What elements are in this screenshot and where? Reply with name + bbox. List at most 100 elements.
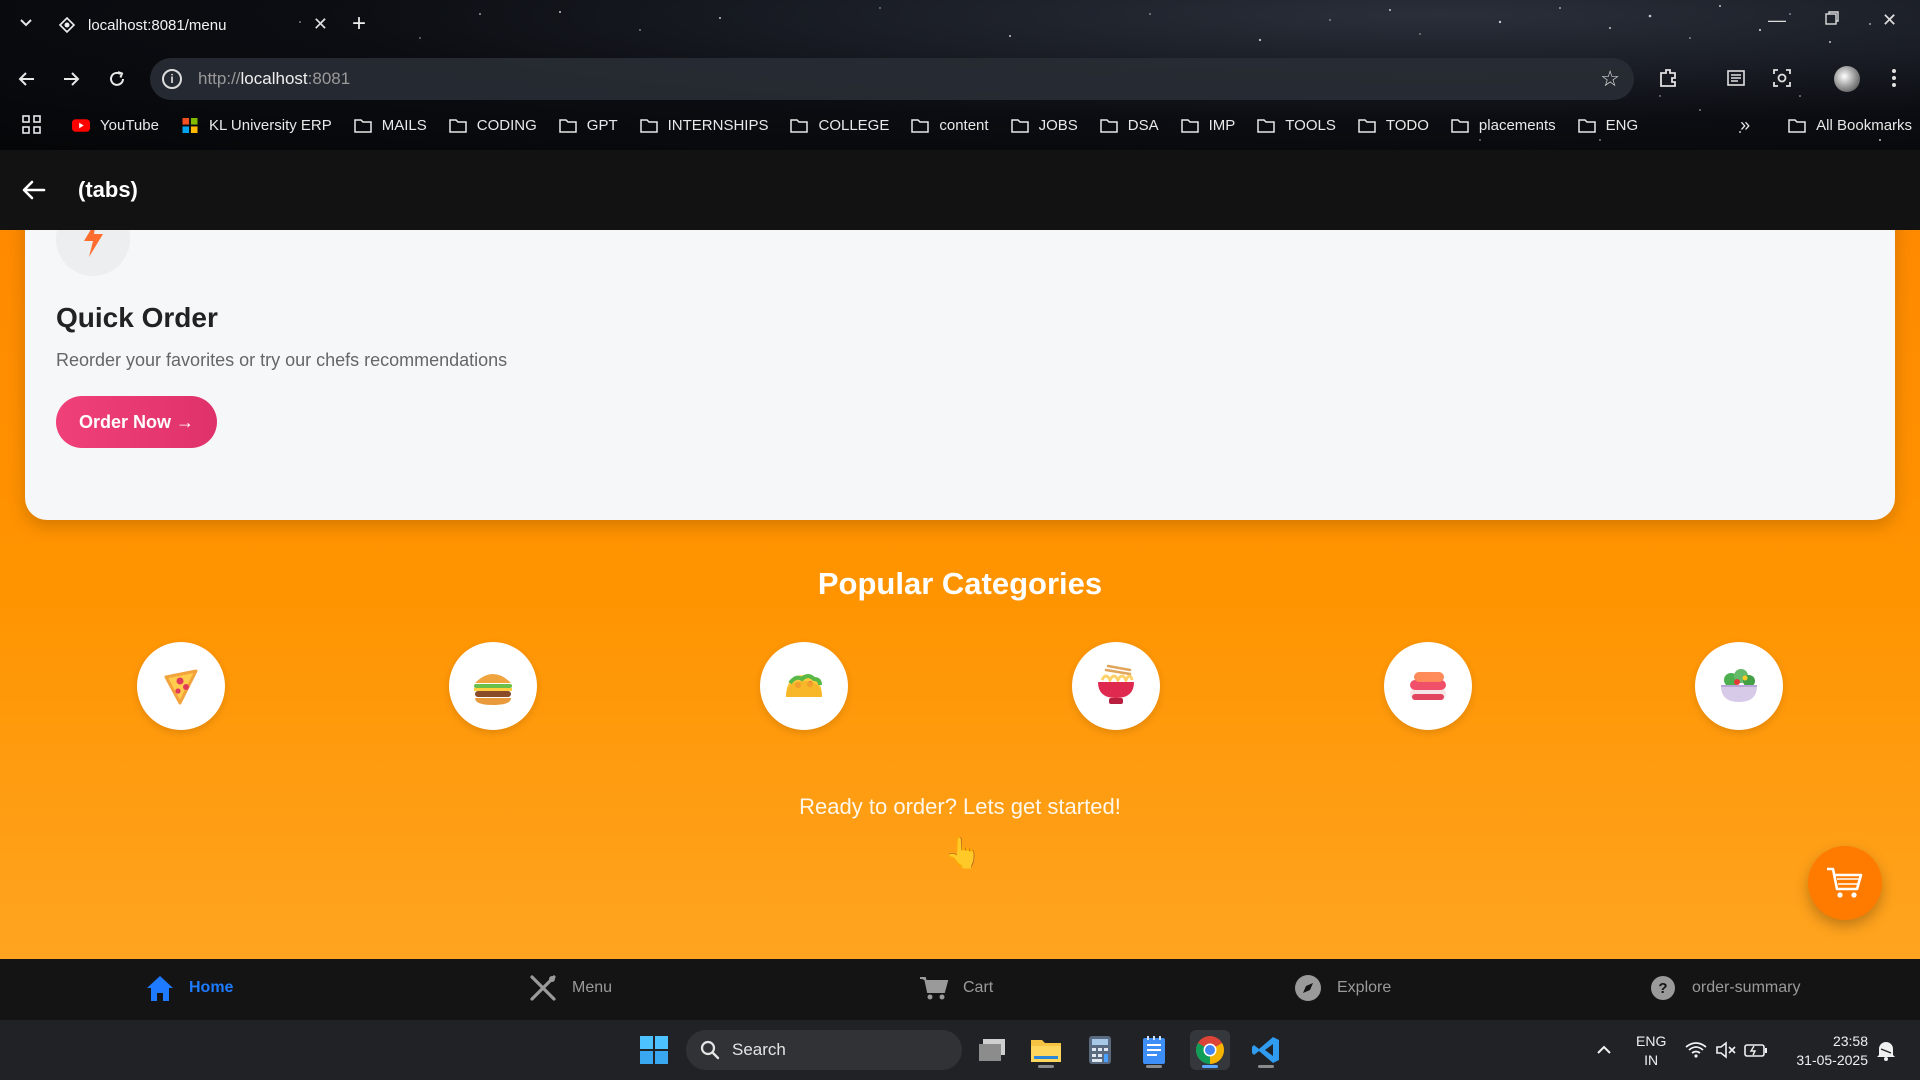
close-window-icon[interactable]: ✕ bbox=[1882, 10, 1897, 31]
chevron-down-icon bbox=[20, 19, 32, 27]
bookmark-folder-internships[interactable]: INTERNSHIPS bbox=[639, 116, 769, 134]
all-bookmarks-button[interactable]: All Bookmarks bbox=[1788, 117, 1912, 134]
svg-text:?: ? bbox=[1658, 980, 1667, 997]
address-bar[interactable]: i http://localhost:8081 ☆ bbox=[150, 58, 1634, 100]
category-sushi[interactable] bbox=[1384, 642, 1472, 730]
bookmark-folder-college[interactable]: COLLEGE bbox=[790, 117, 889, 134]
bookmark-folder-placements[interactable]: placements bbox=[1451, 117, 1556, 134]
calculator-icon bbox=[1089, 1036, 1111, 1064]
start-button[interactable] bbox=[634, 1030, 674, 1070]
restore-icon[interactable] bbox=[1824, 10, 1840, 31]
extensions-icon[interactable] bbox=[1654, 64, 1682, 92]
show-hidden-icons-button[interactable] bbox=[1584, 1030, 1624, 1070]
bookmark-label: TOOLS bbox=[1285, 116, 1336, 134]
category-taco[interactable] bbox=[760, 642, 848, 730]
task-view-icon bbox=[979, 1039, 1005, 1061]
app-header: (tabs) bbox=[0, 150, 1920, 230]
cart-icon bbox=[1827, 867, 1863, 898]
taskbar-file-explorer[interactable] bbox=[1026, 1030, 1066, 1070]
tab-close-icon[interactable]: ✕ bbox=[313, 14, 328, 35]
browser-tab[interactable]: localhost:8081/menu ✕ bbox=[48, 6, 338, 44]
ready-to-order-text: Ready to order? Lets get started! bbox=[799, 794, 1121, 819]
windows-taskbar: Search ENG IN 23:58 31-05-2025 bbox=[0, 1020, 1920, 1080]
folder-icon bbox=[1358, 118, 1376, 133]
order-now-button[interactable]: Order Now → bbox=[56, 396, 217, 448]
tab-order-summary[interactable]: ? order-summary bbox=[1648, 973, 1800, 1003]
minimize-icon[interactable]: — bbox=[1768, 10, 1786, 31]
bookmark-folder-mails[interactable]: MAILS bbox=[354, 117, 427, 134]
bookmark-folder-todo[interactable]: TODO bbox=[1358, 117, 1429, 134]
taco-icon bbox=[786, 674, 822, 697]
bookmark-folder-content[interactable]: content bbox=[911, 116, 989, 134]
menu-kebab-icon[interactable] bbox=[1880, 64, 1908, 92]
folder-icon bbox=[559, 118, 577, 133]
folder-icon bbox=[1180, 118, 1199, 133]
reading-list-icon[interactable] bbox=[1722, 64, 1750, 92]
taskbar-notepad[interactable] bbox=[1134, 1030, 1174, 1070]
taskbar-calculator[interactable] bbox=[1080, 1030, 1120, 1070]
bookmark-folder-imp[interactable]: IMP bbox=[1180, 116, 1236, 134]
input-language[interactable]: ENG IN bbox=[1636, 1032, 1666, 1070]
bookmark-label: JOBS bbox=[1038, 116, 1078, 134]
notifications-icon[interactable] bbox=[1866, 1030, 1906, 1070]
tab-menu[interactable]: Menu bbox=[528, 973, 612, 1003]
folder-icon bbox=[1577, 118, 1596, 133]
bookmark-kl-erp[interactable]: KL University ERP bbox=[181, 117, 332, 134]
apps-grid-icon[interactable] bbox=[22, 115, 42, 135]
floating-cart-button[interactable] bbox=[1808, 846, 1882, 920]
forward-icon[interactable] bbox=[56, 64, 86, 94]
bookmark-folder-gpt[interactable]: GPT bbox=[559, 117, 618, 134]
lens-icon[interactable] bbox=[1768, 64, 1796, 92]
bookmark-label: TODO bbox=[1385, 116, 1429, 134]
bookmark-label: INTERNSHIPS bbox=[667, 116, 769, 134]
reload-icon[interactable] bbox=[102, 64, 132, 94]
tab-cart[interactable]: Cart bbox=[919, 973, 993, 1003]
bookmark-label: DSA bbox=[1127, 116, 1159, 134]
tab-home[interactable]: Home bbox=[145, 973, 233, 1003]
category-pizza[interactable] bbox=[137, 642, 225, 730]
taskbar-vscode[interactable] bbox=[1246, 1030, 1286, 1070]
bookmark-label: ENG bbox=[1605, 116, 1639, 134]
header-back-icon[interactable] bbox=[20, 176, 48, 204]
back-icon[interactable] bbox=[12, 64, 42, 94]
bookmark-folder-coding[interactable]: CODING bbox=[449, 117, 537, 134]
folder-icon bbox=[1100, 118, 1118, 133]
bookmark-folder-jobs[interactable]: JOBS bbox=[1010, 116, 1078, 134]
header-title: (tabs) bbox=[78, 177, 138, 202]
region-code: IN bbox=[1644, 1052, 1659, 1068]
bookmark-youtube[interactable]: YouTube bbox=[72, 117, 159, 134]
task-view-button[interactable] bbox=[972, 1030, 1012, 1070]
bookmark-label: IMP bbox=[1208, 116, 1236, 134]
category-noodles[interactable] bbox=[1072, 642, 1160, 730]
tab-search-button[interactable] bbox=[14, 12, 38, 36]
bookmark-label: content bbox=[939, 116, 989, 134]
folder-icon bbox=[1451, 118, 1469, 133]
active-indicator bbox=[1202, 1065, 1218, 1068]
home-icon bbox=[145, 973, 175, 1003]
bookmark-folder-tools[interactable]: TOOLS bbox=[1257, 117, 1336, 134]
pizza-icon bbox=[164, 669, 198, 705]
bookmarks-overflow-icon[interactable]: » bbox=[1740, 115, 1750, 136]
system-clock[interactable]: 23:58 31-05-2025 bbox=[1784, 1032, 1868, 1070]
folder-icon bbox=[449, 118, 467, 133]
category-burger[interactable] bbox=[449, 642, 537, 730]
category-salad[interactable] bbox=[1695, 642, 1783, 730]
taskbar-search[interactable]: Search bbox=[686, 1030, 962, 1070]
bookmark-folder-dsa[interactable]: DSA bbox=[1100, 117, 1159, 134]
bookmark-label: KL University ERP bbox=[208, 116, 332, 134]
bookmark-star-icon[interactable]: ☆ bbox=[1600, 66, 1620, 92]
battery-icon[interactable] bbox=[1736, 1030, 1776, 1070]
bookmark-label: placements bbox=[1478, 116, 1556, 134]
microsoft-icon bbox=[182, 117, 198, 133]
new-tab-button[interactable]: + bbox=[352, 10, 366, 38]
bookmark-folder-eng[interactable]: ENG bbox=[1577, 116, 1639, 134]
folder-icon bbox=[790, 118, 809, 133]
tab-explore[interactable]: Explore bbox=[1293, 973, 1391, 1003]
taskbar-chrome[interactable] bbox=[1190, 1030, 1230, 1070]
profile-avatar[interactable] bbox=[1834, 66, 1860, 92]
browser-toolbar: i http://localhost:8081 ☆ bbox=[0, 56, 1920, 102]
noodle-bowl-icon bbox=[1098, 664, 1134, 704]
file-explorer-icon bbox=[1031, 1040, 1061, 1062]
burger-icon bbox=[474, 674, 512, 705]
site-info-icon[interactable]: i bbox=[162, 69, 182, 89]
